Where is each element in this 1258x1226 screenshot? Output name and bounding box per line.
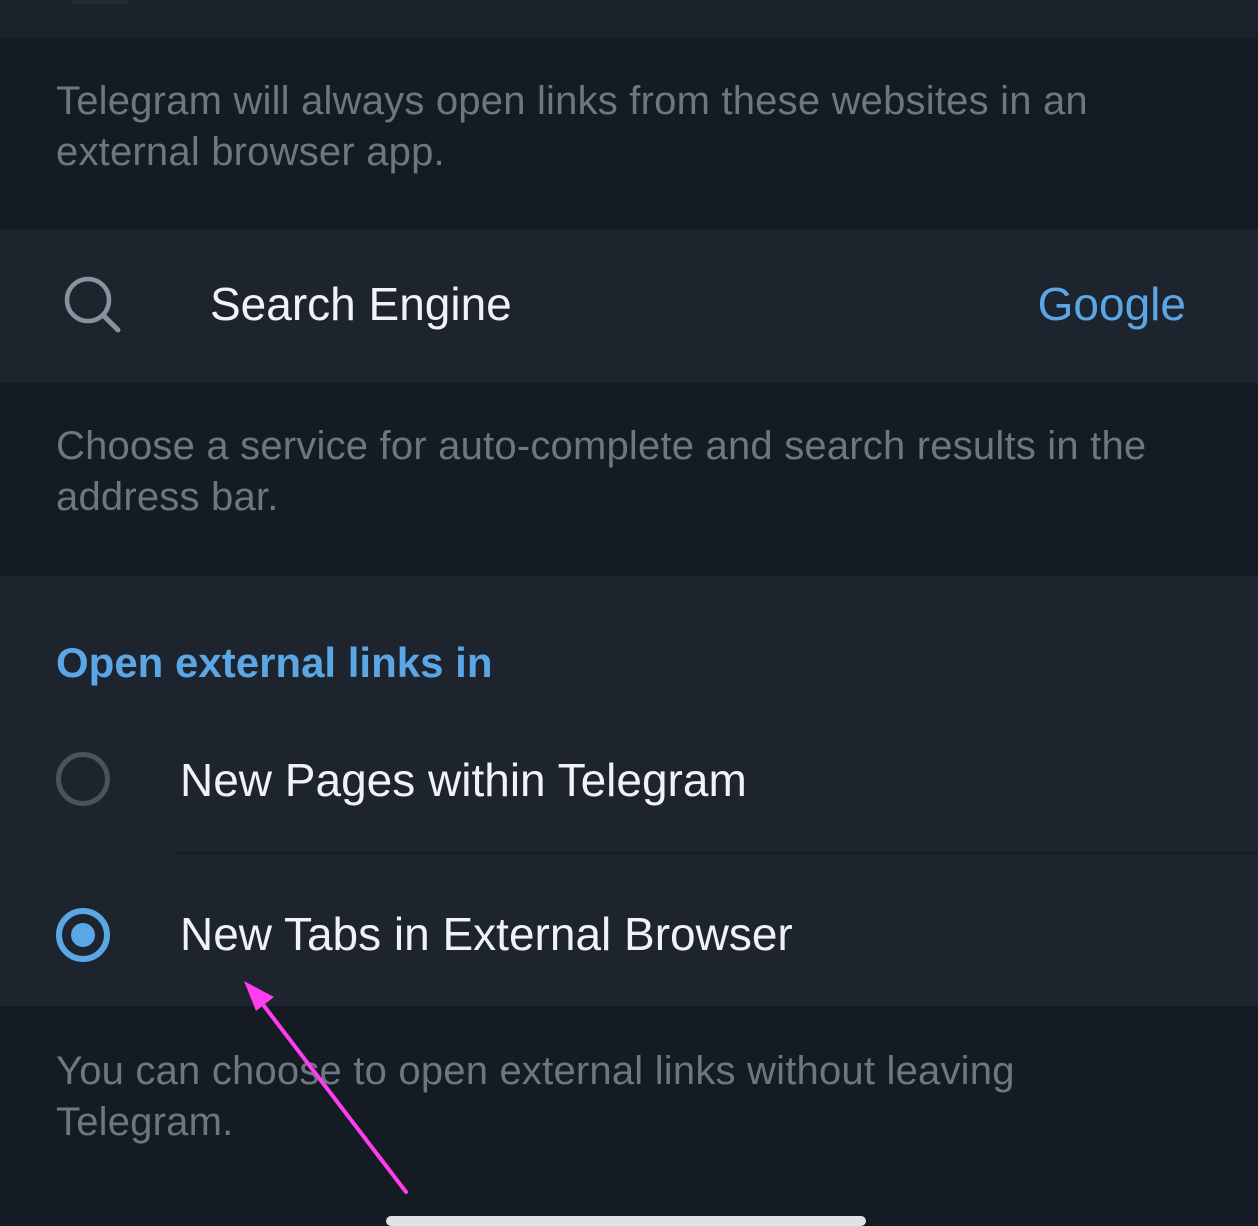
radio-unchecked-icon[interactable] [56, 752, 110, 806]
open-links-info: You can choose to open external links wi… [56, 1049, 1015, 1144]
option-new-pages-within-telegram[interactable]: New Pages within Telegram [0, 700, 1258, 854]
radio-dot [71, 923, 95, 947]
search-engine-value[interactable]: Google [1038, 276, 1186, 332]
search-engine-info: Choose a service for auto-complete and s… [56, 424, 1147, 519]
previous-settings-row [0, 0, 1258, 38]
option-new-tabs-in-external-browser[interactable]: New Tabs in External Browser [0, 854, 1258, 1008]
previous-row-edge [70, 0, 130, 4]
option-label: New Pages within Telegram [180, 754, 747, 806]
external-sites-info: Telegram will always open links from the… [56, 79, 1088, 174]
option-label: New Tabs in External Browser [180, 908, 793, 960]
search-engine-label: Search Engine [210, 278, 512, 330]
search-icon [64, 276, 121, 333]
home-indicator [386, 1216, 866, 1226]
open-links-header: Open external links in [56, 639, 493, 686]
radio-checked-icon[interactable] [56, 908, 110, 962]
